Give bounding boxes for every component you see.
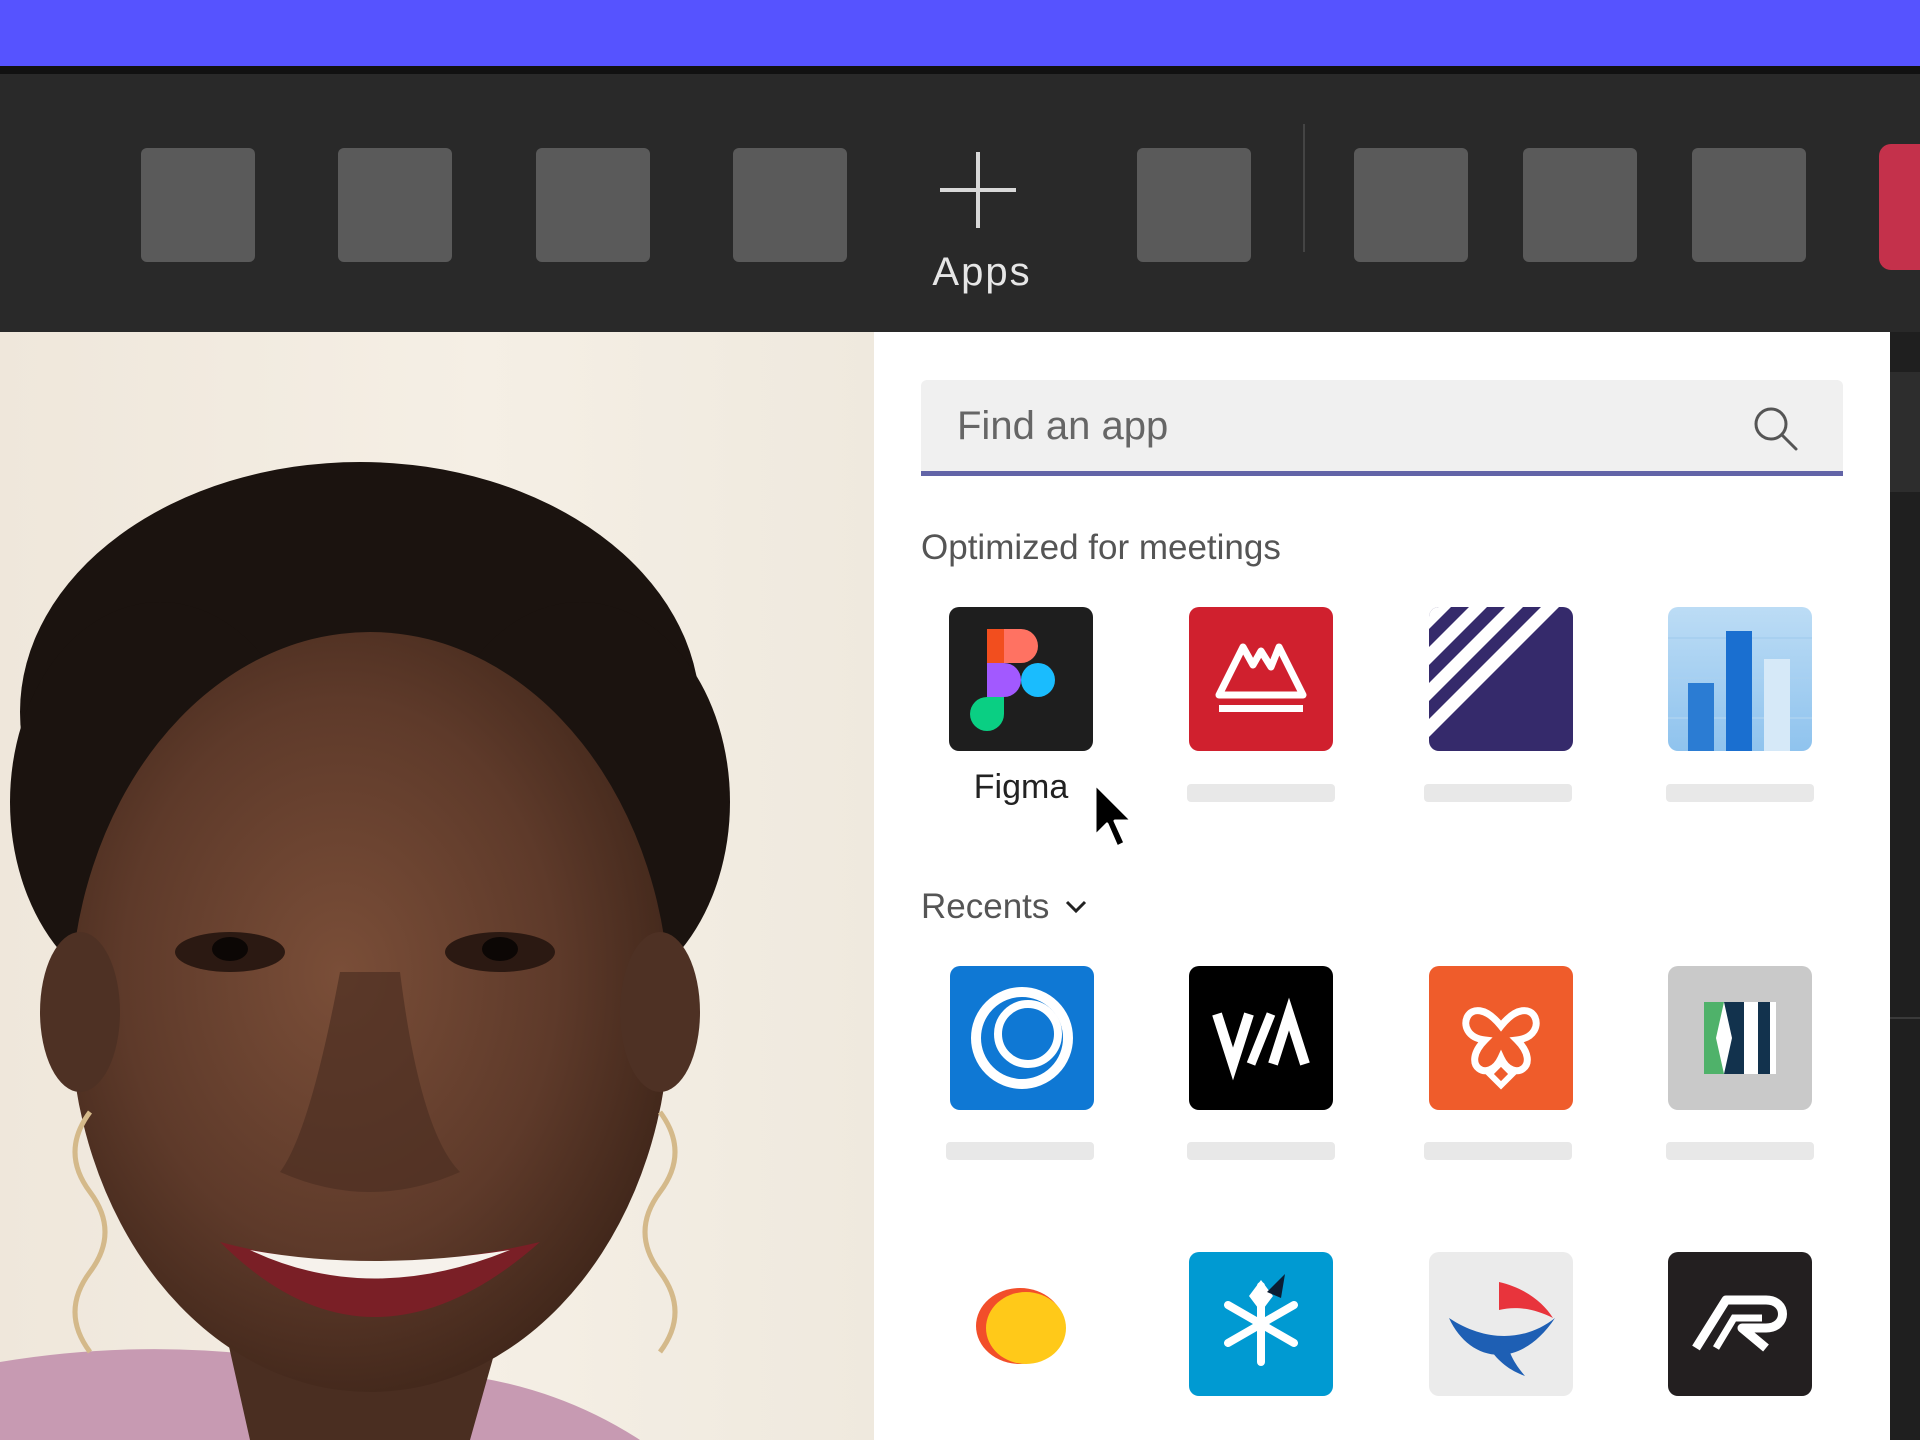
apps-button-label: Apps (932, 250, 1032, 294)
toolbar-separator (0, 66, 1920, 74)
leave-button[interactable] (1879, 144, 1920, 270)
participant-video (0, 332, 874, 1440)
side-panel-block (1890, 372, 1920, 492)
meeting-toolbar: Apps (0, 74, 1920, 332)
app-name-placeholder (946, 1142, 1094, 1160)
va-logo-icon (1212, 997, 1310, 1081)
toolbar-button-2[interactable] (338, 148, 452, 262)
app-name-placeholder (1424, 1142, 1572, 1160)
section-title-optimized: Optimized for meetings (921, 528, 1281, 567)
app-tile-recent-7[interactable] (1429, 1252, 1573, 1396)
app-tile-recent-6[interactable] (1189, 1252, 1333, 1396)
app-tile-recent-8[interactable] (1668, 1252, 1812, 1396)
plus-icon (940, 152, 1016, 228)
app-tile-recent-1[interactable] (950, 966, 1094, 1110)
app-picker-panel: Optimized for meetings Figma (874, 332, 1890, 1440)
app-name-figma: Figma (973, 768, 1069, 806)
app-tile-recent-2[interactable] (1189, 966, 1333, 1110)
figma-logo-icon (970, 629, 1055, 731)
title-bar (0, 0, 1920, 66)
toolbar-button-1[interactable] (141, 148, 255, 262)
app-tile-recent-3[interactable] (1429, 966, 1573, 1110)
app-tile-4[interactable] (1668, 607, 1812, 751)
blob-logo-icon (976, 1288, 1066, 1364)
knot-logo-icon (1462, 1007, 1540, 1090)
bar-chart-logo-icon (1668, 631, 1812, 751)
ring-logo-icon (971, 987, 1073, 1089)
app-name-placeholder (1666, 1142, 1814, 1160)
mouse-cursor-icon (1093, 782, 1134, 849)
app-tile-recent-4[interactable] (1668, 966, 1812, 1110)
bracket-logo-icon (1704, 1002, 1776, 1074)
app-tile-2[interactable] (1189, 607, 1333, 751)
search-icon[interactable] (1751, 404, 1799, 452)
snowflake-logo-icon (1224, 1274, 1298, 1366)
toolbar-button-8[interactable] (1692, 148, 1806, 262)
app-tile-figma[interactable] (949, 607, 1093, 751)
toolbar-button-5[interactable] (1137, 148, 1251, 262)
mountain-logo-icon (1215, 643, 1307, 712)
find-app-search-box[interactable] (921, 380, 1843, 476)
app-tile-recent-5[interactable] (950, 1252, 1094, 1396)
toolbar-button-6[interactable] (1354, 148, 1468, 262)
diagonal-stripes-logo-icon (1429, 607, 1559, 737)
toolbar-button-3[interactable] (536, 148, 650, 262)
section-title-recents[interactable]: Recents (921, 887, 1089, 927)
find-app-input[interactable] (957, 398, 1737, 454)
app-tile-3[interactable] (1429, 607, 1573, 751)
toolbar-button-4[interactable] (733, 148, 847, 262)
app-name-placeholder (1187, 1142, 1335, 1160)
toolbar-button-7[interactable] (1523, 148, 1637, 262)
side-panel-edge (1890, 332, 1920, 1440)
participant-portrait (0, 462, 730, 1440)
chevron-down-icon[interactable] (1063, 894, 1089, 920)
side-panel-divider (1890, 1017, 1920, 1019)
r-logo-icon (1692, 1295, 1787, 1352)
section-title-recents-label: Recents (921, 887, 1050, 926)
app-name-placeholder (1424, 784, 1572, 802)
app-name-placeholder (1666, 784, 1814, 802)
app-name-placeholder (1187, 784, 1335, 802)
toolbar-divider (1303, 124, 1305, 252)
bird-logo-icon (1449, 1282, 1555, 1376)
